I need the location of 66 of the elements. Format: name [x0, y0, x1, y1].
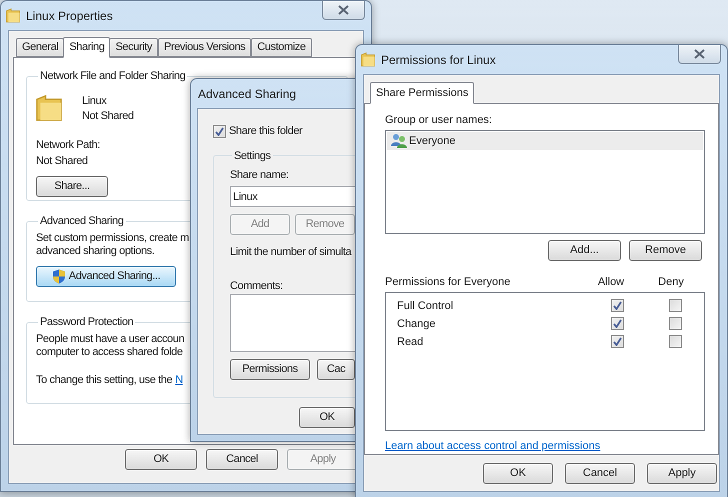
- folder-icon: [6, 8, 20, 23]
- button[interactable]: Permissions: [230, 359, 310, 380]
- folder-icon: [361, 52, 375, 67]
- list-item[interactable]: Everyone: [387, 132, 703, 150]
- help-link[interactable]: Learn about access control and permissions: [385, 438, 600, 454]
- setting-text: To change this setting, use the: [36, 372, 172, 388]
- tab[interactable]: Previous Versions: [158, 38, 252, 57]
- share-name-field[interactable]: Linux: [230, 186, 356, 207]
- checkbox[interactable]: [668, 299, 682, 312]
- description-line: advanced sharing options.: [36, 244, 154, 258]
- checkbox[interactable]: [611, 317, 624, 330]
- tab[interactable]: Security: [109, 38, 158, 57]
- button[interactable]: OK: [483, 463, 553, 484]
- group-label: Password Protection: [39, 315, 134, 330]
- description-line: computer to access shared folde: [36, 346, 183, 358]
- button[interactable]: Share...: [36, 176, 108, 196]
- button[interactable]: Apply: [647, 463, 717, 484]
- button[interactable]: Cancel: [206, 449, 278, 470]
- close-icon: [694, 49, 705, 59]
- tab[interactable]: Sharing: [63, 37, 110, 58]
- checkbox[interactable]: [668, 317, 682, 330]
- advanced-sharing-button[interactable]: Advanced Sharing...: [36, 266, 176, 286]
- checkbox[interactable]: [668, 335, 682, 348]
- permission-name: Full Control: [397, 298, 454, 314]
- close-button[interactable]: [322, 1, 365, 20]
- group-label: Advanced Sharing: [39, 214, 124, 229]
- permission-name: Read: [397, 334, 424, 350]
- column-header: Deny: [657, 274, 685, 289]
- folder-icon: [36, 92, 62, 122]
- field-label: Comments:: [230, 279, 283, 293]
- button[interactable]: OK: [299, 406, 355, 428]
- window-title: Advanced Sharing: [197, 86, 296, 102]
- checkbox[interactable]: [611, 299, 624, 312]
- list-label: Group or user names:: [385, 113, 492, 127]
- permission-name: Change: [397, 316, 437, 332]
- list-label: Permissions for Everyone: [385, 274, 512, 289]
- column-header: Allow: [596, 274, 626, 289]
- button[interactable]: OK: [125, 449, 197, 470]
- tab[interactable]: General: [16, 38, 64, 57]
- comments-field[interactable]: [230, 294, 356, 352]
- checkbox[interactable]: [213, 124, 226, 138]
- group-label: Settings: [233, 148, 272, 164]
- folder-name: Linux: [82, 94, 106, 108]
- close-icon: [338, 5, 349, 15]
- users-icon: [391, 134, 407, 148]
- shield-icon: [52, 268, 66, 284]
- window-title: Linux Properties: [26, 8, 113, 24]
- limit-text: Limit the number of simulta: [230, 245, 352, 259]
- path-value: Not Shared: [36, 154, 88, 168]
- path-label: Network Path:: [36, 138, 100, 152]
- description-line: People must have a user accoun: [36, 332, 184, 346]
- button[interactable]: Add...: [548, 240, 621, 261]
- button[interactable]: Remove: [629, 240, 702, 261]
- tab[interactable]: Customize: [251, 38, 312, 57]
- field-label: Share name:: [230, 168, 289, 182]
- button[interactable]: Cancel: [565, 463, 635, 484]
- network-link[interactable]: N: [175, 372, 183, 388]
- tab[interactable]: Share Permissions: [370, 82, 474, 104]
- checkbox-label: Share this folder: [229, 124, 302, 139]
- button[interactable]: Cac: [317, 359, 355, 380]
- description-line: Set custom permissions, create m: [36, 232, 189, 244]
- share-status: Not Shared: [82, 108, 134, 124]
- checkbox[interactable]: [611, 335, 624, 348]
- window-title: Permissions for Linux: [381, 52, 496, 68]
- group-label: Network File and Folder Sharing: [39, 69, 186, 84]
- close-button[interactable]: [678, 45, 721, 64]
